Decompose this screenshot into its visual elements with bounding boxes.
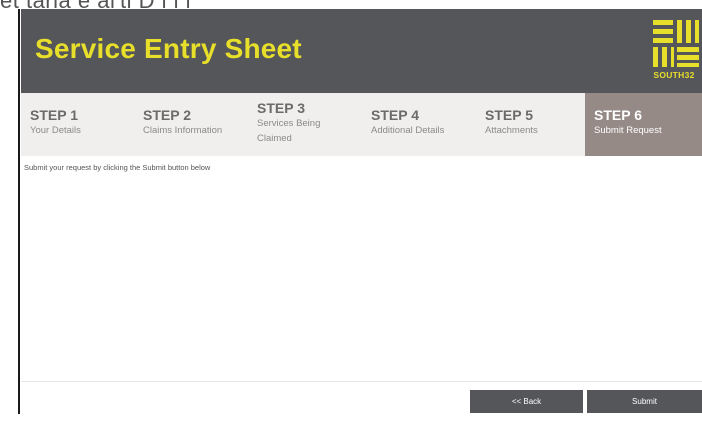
step-5-attachments[interactable]: STEP 5 Attachments: [476, 93, 585, 156]
step-1-your-details[interactable]: STEP 1 Your Details: [21, 93, 134, 156]
step-6-submit-request[interactable]: STEP 6 Submit Request: [585, 93, 702, 156]
logo-mark-icon: [653, 20, 699, 67]
step-2-claims-information[interactable]: STEP 2 Claims Information: [134, 93, 248, 156]
step-label: Attachments: [485, 125, 538, 136]
step-number: STEP 3: [257, 100, 305, 116]
step-3-services-being-claimed[interactable]: STEP 3 Services Being Claimed: [248, 93, 362, 156]
step-number: STEP 4: [371, 107, 419, 123]
south32-logo: SOUTH32: [649, 16, 699, 88]
step-number: STEP 5: [485, 107, 533, 123]
step-label: Additional Details: [371, 125, 445, 136]
step-label: Services Being Claimed: [257, 118, 321, 144]
step-number: STEP 6: [594, 107, 642, 123]
page-title: Service Entry Sheet: [35, 33, 302, 64]
page: et tariá e al'ti D l l l Service Entry S…: [0, 0, 702, 425]
step-progress-bar: STEP 1 Your Details STEP 2 Claims Inform…: [21, 93, 702, 156]
step-number: STEP 2: [143, 107, 191, 123]
back-button[interactable]: << Back: [470, 390, 583, 413]
step-label: Claims Information: [143, 125, 223, 136]
footer-divider: [21, 381, 702, 382]
step-label: Your Details: [30, 125, 81, 136]
step-label: Submit Request: [594, 125, 662, 136]
step-number: STEP 1: [30, 107, 78, 123]
left-border: [18, 9, 20, 414]
step-4-additional-details[interactable]: STEP 4 Additional Details: [362, 93, 476, 156]
logo-wordmark: SOUTH32: [653, 70, 695, 80]
submit-button[interactable]: Submit: [587, 390, 702, 413]
submit-instruction-text: Submit your request by clicking the Subm…: [24, 163, 211, 172]
header-banner: Service Entry Sheet SOUTH32: [21, 9, 702, 93]
